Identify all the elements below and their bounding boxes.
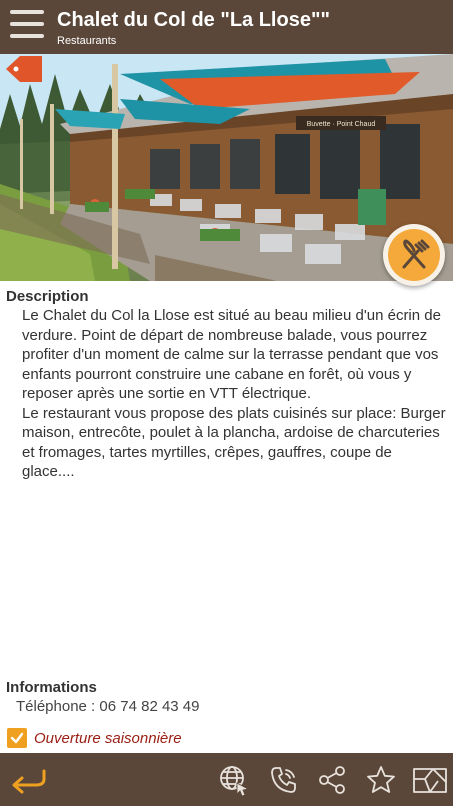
informations-title: Informations — [6, 679, 97, 696]
shop-sign-text: Buvette · Point Chaud — [307, 121, 376, 128]
checkmark-icon — [10, 732, 24, 744]
app-header: Chalet du Col de "La Llose"" Restaurants — [0, 0, 453, 54]
seasonal-label: Ouverture saisonnière — [34, 729, 182, 747]
website-globe-icon — [220, 766, 250, 797]
page-subtitle: Restaurants — [57, 35, 117, 47]
hamburger-menu-icon[interactable] — [10, 10, 44, 42]
fork-knife-icon — [402, 239, 430, 269]
back-button[interactable] — [6, 763, 50, 797]
map-button[interactable] — [410, 763, 450, 797]
website-button[interactable] — [215, 763, 253, 797]
favorite-button[interactable] — [363, 763, 399, 797]
price-tag-icon — [6, 56, 42, 82]
description-title: Description — [6, 288, 89, 305]
seasonal-checkbox[interactable] — [7, 728, 27, 748]
description-paragraph: Le restaurant vous propose des plats cui… — [22, 404, 446, 481]
page-title: Chalet du Col de "La Llose"" — [57, 9, 330, 31]
description-paragraph: Le Chalet du Col la Llose est situé au b… — [22, 307, 441, 402]
description-body: Le Chalet du Col la Llose est situé au b… — [22, 306, 447, 482]
map-icon — [413, 768, 447, 793]
bottom-toolbar — [0, 753, 453, 806]
call-button[interactable] — [266, 763, 302, 797]
phone-number[interactable]: Téléphone : 06 74 82 43 49 — [16, 698, 200, 715]
share-button[interactable] — [314, 763, 350, 797]
phone-call-icon — [271, 767, 296, 793]
back-arrow-icon — [12, 769, 46, 794]
restaurant-category-button[interactable] — [383, 224, 445, 286]
seasonal-opening: Ouverture saisonnière — [7, 728, 182, 748]
share-icon — [319, 766, 345, 794]
favorite-star-icon — [367, 766, 395, 793]
